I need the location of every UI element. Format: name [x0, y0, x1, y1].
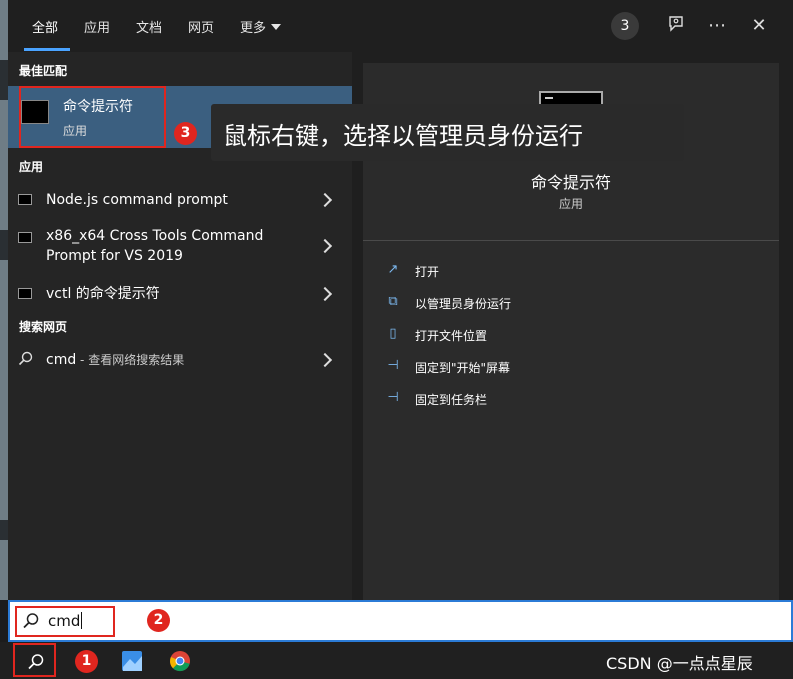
app-label: Node.js command prompt — [46, 192, 228, 208]
action-label: 固定到"开始"屏幕 — [415, 361, 511, 375]
list-item[interactable]: x86_x64 Cross Tools Command Prompt for V… — [8, 226, 352, 270]
tab-web[interactable]: 网页 — [188, 17, 214, 36]
chevron-right-icon[interactable] — [317, 286, 333, 302]
web-suffix: - 查看网络搜索结果 — [76, 353, 185, 367]
web-query: cmd — [46, 352, 77, 368]
step-marker-2: 2 — [147, 609, 170, 632]
web-search-item[interactable]: cmd - 查看网络搜索结果 — [8, 348, 352, 372]
apps-heading: 应用 — [19, 160, 44, 174]
action-label: 固定到任务栏 — [415, 393, 488, 407]
tab-documents[interactable]: 文档 — [136, 17, 162, 36]
app-label: x86_x64 Cross Tools Command Prompt for V… — [46, 228, 264, 264]
tab-more-label: 更多 — [240, 21, 267, 36]
file-location-icon: ▯ — [389, 326, 397, 341]
chevron-right-icon[interactable] — [317, 192, 333, 208]
web-heading: 搜索网页 — [19, 320, 68, 334]
active-tab-indicator — [24, 48, 70, 51]
action-label: 以管理员身份运行 — [415, 297, 512, 311]
feedback-icon[interactable] — [664, 14, 688, 38]
web-search-label: cmd - 查看网络搜索结果 — [46, 350, 184, 370]
search-icon — [18, 351, 33, 366]
chevron-right-icon[interactable] — [317, 238, 333, 254]
open-icon: ↗ — [387, 262, 399, 277]
watermark: CSDN @一点点星辰 — [606, 654, 753, 673]
action-label: 打开文件位置 — [415, 329, 488, 343]
list-item[interactable]: vctl 的命令提示符 — [8, 282, 352, 306]
more-options-icon[interactable]: ⋯ — [705, 14, 729, 38]
search-bar[interactable]: cmd — [8, 600, 793, 642]
chrome-icon[interactable] — [169, 650, 191, 672]
top-bar: 全部 应用 文档 网页 更多 3 ⋯ ✕ — [8, 0, 793, 52]
terminal-icon — [18, 232, 32, 243]
highlight-box-3 — [19, 86, 166, 148]
detail-app-name: 命令提示符 — [530, 173, 611, 192]
tab-all[interactable]: 全部 — [32, 17, 58, 36]
instruction-callout: 鼠标右键，选择以管理员身份运行 — [211, 104, 684, 161]
close-icon[interactable]: ✕ — [747, 14, 771, 38]
terminal-icon — [18, 194, 32, 205]
action-pin-to-taskbar[interactable]: ⊣ 固定到任务栏 — [385, 389, 515, 409]
photos-app-icon[interactable] — [121, 650, 143, 672]
taskbar: 1 CSDN @一点点星辰 — [0, 642, 793, 679]
chevron-down-icon — [271, 24, 282, 30]
action-pin-to-start[interactable]: ⊣ 固定到"开始"屏幕 — [385, 357, 535, 377]
rewards-badge[interactable]: 3 — [611, 12, 639, 40]
list-item[interactable]: Node.js command prompt — [8, 188, 352, 212]
tab-apps[interactable]: 应用 — [84, 17, 110, 36]
divider — [363, 240, 779, 241]
pin-icon: ⊣ — [387, 390, 399, 405]
best-match-heading: 最佳匹配 — [19, 64, 68, 78]
desktop-background — [0, 0, 8, 600]
chevron-right-icon[interactable] — [317, 352, 333, 368]
pin-icon: ⊣ — [387, 358, 399, 373]
step-marker-3: 3 — [174, 122, 197, 145]
step-marker-1: 1 — [75, 650, 98, 673]
detail-app-type: 应用 — [558, 197, 583, 211]
highlight-box-2 — [15, 606, 115, 637]
action-run-as-admin[interactable]: ⧉ 以管理员身份运行 — [385, 293, 545, 313]
search-panel: 全部 应用 文档 网页 更多 3 ⋯ ✕ 最佳匹配 命令提示符 应用 应用 No… — [8, 0, 793, 600]
search-icon — [28, 654, 44, 670]
app-label: vctl 的命令提示符 — [46, 286, 160, 302]
admin-shield-icon: ⧉ — [388, 294, 398, 309]
tab-more[interactable]: 更多 — [240, 17, 282, 36]
action-open-file-location[interactable]: ▯ 打开文件位置 — [385, 325, 525, 345]
taskbar-search-button[interactable] — [13, 643, 56, 677]
callout-text: 鼠标右键，选择以管理员身份运行 — [223, 122, 583, 150]
terminal-icon — [18, 288, 32, 299]
action-open[interactable]: ↗ 打开 — [385, 261, 485, 281]
action-label: 打开 — [415, 265, 440, 279]
